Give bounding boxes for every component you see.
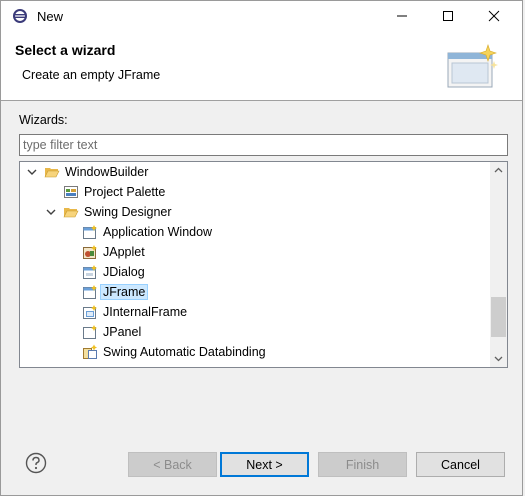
tree-item-jpanel[interactable]: JPanel: [20, 322, 490, 342]
tree-item-jdialog[interactable]: JDialog: [20, 262, 490, 282]
next-button[interactable]: Next >: [220, 452, 309, 477]
chevron-down-icon[interactable]: [26, 166, 38, 178]
minimize-icon: [397, 15, 407, 17]
tree-item-label: WindowBuilder: [65, 165, 149, 179]
tree-item-label: JApplet: [103, 245, 145, 259]
tree-item-jinternalframe[interactable]: JInternalFrame: [20, 302, 490, 322]
eclipse-icon: [12, 8, 28, 24]
scroll-thumb[interactable]: [491, 297, 506, 337]
chevron-down-icon[interactable]: [45, 206, 57, 218]
chevron-down-icon: [494, 356, 503, 362]
frame-class-icon: [82, 284, 98, 300]
window-class-icon: [82, 224, 98, 240]
internal-frame-icon: [82, 304, 98, 320]
tree-item-project-palette[interactable]: Project Palette: [20, 182, 490, 202]
tree-item-swing-automatic-databinding[interactable]: Swing Automatic Databinding: [20, 342, 490, 362]
tree-item-label: JFrame: [99, 284, 149, 300]
dialog-class-icon: [82, 264, 98, 280]
banner-title: Select a wizard: [15, 42, 116, 58]
folder-open-icon: [44, 164, 60, 180]
tree-item-jframe[interactable]: JFrame: [20, 282, 490, 302]
close-icon: [488, 10, 500, 22]
tree-item-label: Swing Designer: [84, 205, 172, 219]
chevron-up-icon: [494, 167, 503, 173]
title-bar: New: [1, 1, 522, 31]
close-button[interactable]: [471, 1, 517, 31]
tree-item-japplet[interactable]: JApplet: [20, 242, 490, 262]
tree-item-application-window[interactable]: Application Window: [20, 222, 490, 242]
tree-item-label: Project Palette: [84, 185, 166, 199]
tree-item-swing-designer[interactable]: Swing Designer: [20, 202, 490, 222]
tree-item-label: Swing Automatic Databinding: [103, 345, 266, 359]
scroll-down-button[interactable]: [490, 350, 507, 367]
tree-item-label: JInternalFrame: [103, 305, 188, 319]
cancel-button[interactable]: Cancel: [416, 452, 505, 477]
help-button[interactable]: [25, 452, 47, 474]
wizard-banner-icon: [444, 41, 500, 93]
scroll-up-button[interactable]: [490, 162, 507, 179]
tree-vertical-scrollbar[interactable]: [490, 162, 507, 367]
folder-open-icon: [63, 204, 79, 220]
minimize-button[interactable]: [379, 1, 425, 31]
finish-button[interactable]: Finish: [318, 452, 407, 477]
tree-item-label: Application Window: [103, 225, 213, 239]
wizard-banner: Select a wizard Create an empty JFrame: [1, 31, 522, 101]
databinding-icon: [82, 344, 98, 360]
background-strip: [0, 496, 525, 500]
tree-item-label: JDialog: [103, 265, 145, 279]
palette-icon: [63, 184, 79, 200]
wizards-label: Wizards:: [19, 113, 68, 127]
window-title: New: [37, 9, 64, 24]
new-wizard-dialog: New Select a wizard Create an empty JFra…: [0, 0, 523, 496]
applet-icon: [82, 244, 98, 260]
tree-item-label: JPanel: [103, 325, 142, 339]
maximize-icon: [443, 11, 453, 21]
panel-class-icon: [82, 324, 98, 340]
help-icon: [25, 452, 47, 474]
back-button[interactable]: < Back: [128, 452, 217, 477]
tree-item-windowbuilder[interactable]: WindowBuilder: [20, 162, 490, 182]
banner-subtitle: Create an empty JFrame: [22, 68, 161, 82]
maximize-button[interactable]: [425, 1, 471, 31]
filter-input[interactable]: [19, 134, 508, 156]
wizard-tree[interactable]: WindowBuilder Project Palette Swing Desi…: [19, 161, 508, 368]
